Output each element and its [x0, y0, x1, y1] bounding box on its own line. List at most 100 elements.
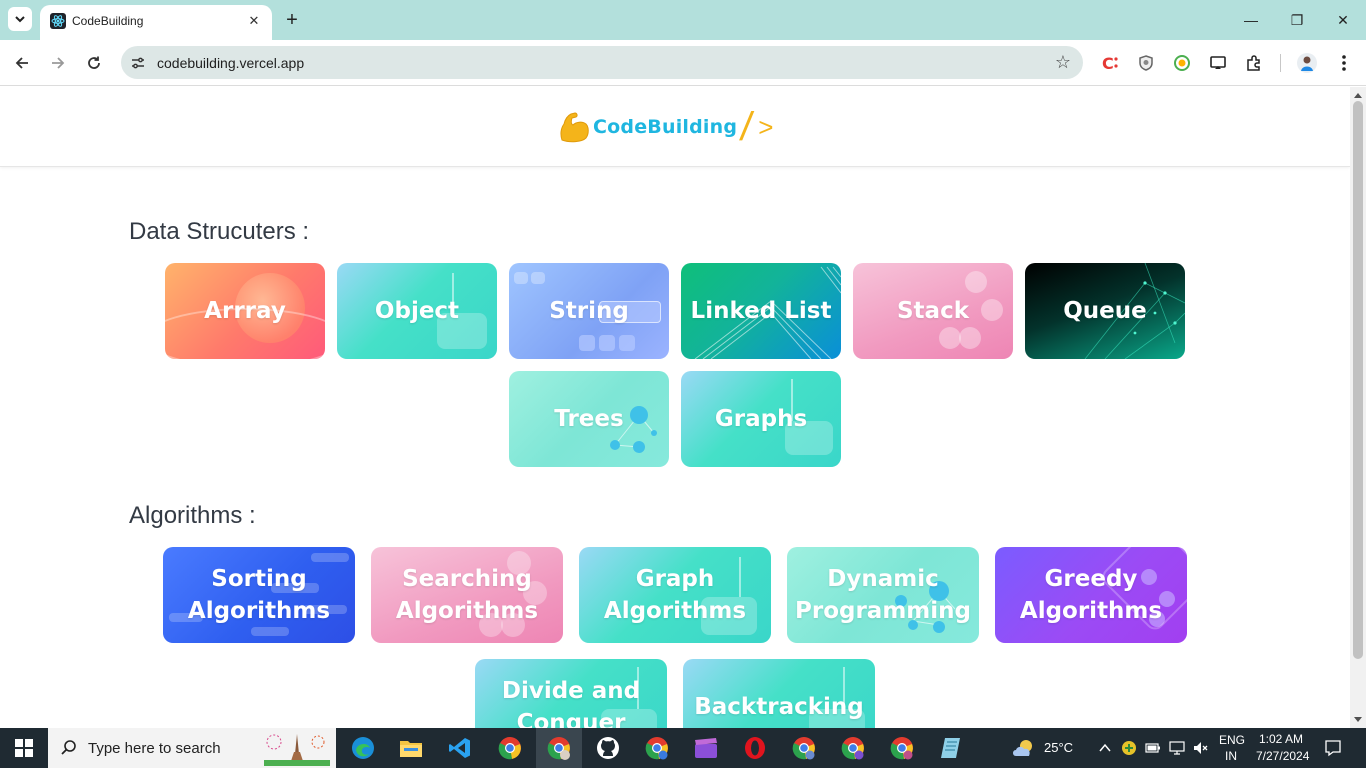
card-label-line2: Algorithms [1019, 598, 1163, 624]
chevron-down-icon [15, 16, 25, 23]
vscode-icon [449, 738, 470, 758]
card-searching-algorithms[interactable]: Searching Algorithms [371, 547, 563, 643]
card-queue[interactable]: Queue [1025, 263, 1185, 359]
start-button[interactable] [0, 728, 48, 768]
volume-muted-icon[interactable] [1192, 740, 1208, 756]
tab-close-button[interactable]: ✕ [244, 11, 264, 31]
weather-temperature[interactable]: 25°C [1044, 740, 1073, 755]
card-object[interactable]: Object [337, 263, 497, 359]
scroll-thumb[interactable] [1353, 101, 1363, 659]
card-decoration [311, 553, 349, 562]
site-info-icon[interactable] [129, 54, 147, 72]
taskbar-opera[interactable] [732, 728, 778, 768]
card-label: Dynamic Programming [795, 563, 971, 627]
taskbar-chrome[interactable] [487, 728, 533, 768]
page-scrollbar[interactable] [1350, 87, 1366, 728]
chevron-up-icon[interactable] [1098, 741, 1112, 755]
card-greedy-algorithms[interactable]: Greedy Algorithms [995, 547, 1187, 643]
close-window-button[interactable]: ✕ [1328, 6, 1358, 34]
card-label: Linked List [690, 298, 832, 324]
data-structures-heading: Data Strucuters : [129, 218, 310, 245]
card-stack[interactable]: Stack [853, 263, 1013, 359]
card-label: Backtracking [694, 691, 864, 723]
site-logo[interactable]: CodeBuilding / > [558, 101, 773, 153]
new-tab-button[interactable]: + [280, 8, 304, 32]
minimize-button[interactable]: — [1236, 6, 1266, 34]
reload-button[interactable] [82, 51, 106, 75]
scroll-down-arrow[interactable] [1354, 717, 1362, 722]
card-label-line2: Algorithms [603, 598, 747, 624]
profile-avatar[interactable] [1296, 52, 1318, 74]
card-decoration [251, 627, 289, 636]
card-label: Graph Algorithms [604, 563, 746, 627]
shield-extension-icon[interactable] [1135, 52, 1157, 74]
taskbar-chrome-profile-3[interactable] [781, 728, 827, 768]
notification-icon[interactable] [1324, 739, 1342, 757]
input-language[interactable]: ENG [1219, 733, 1245, 747]
card-dynamic-programming[interactable]: Dynamic Programming [787, 547, 979, 643]
extension-c-icon[interactable]: C [1099, 52, 1121, 74]
search-icon [61, 740, 76, 755]
taskbar-chrome-profile-2[interactable] [634, 728, 680, 768]
taskbar-edge[interactable] [340, 728, 386, 768]
card-label-line1: Searching [402, 566, 532, 592]
github-icon [597, 737, 619, 759]
card-sorting-algorithms[interactable]: Sorting Algorithms [163, 547, 355, 643]
clapperboard-icon [695, 738, 717, 758]
card-label-line2: Programming [795, 598, 971, 624]
taskbar-file-explorer[interactable] [388, 728, 434, 768]
card-backtracking[interactable]: Backtracking [683, 659, 875, 728]
windows-taskbar: Type here to search 25°C ENG IN 1:02 AM … [0, 728, 1366, 768]
taskbar-vscode[interactable] [437, 728, 483, 768]
toolbar-separator [1280, 54, 1281, 72]
edge-icon [352, 737, 374, 759]
back-button[interactable] [10, 51, 34, 75]
taskbar-chrome-profile-5[interactable] [879, 728, 925, 768]
card-decoration [939, 327, 961, 349]
forward-button[interactable] [46, 51, 70, 75]
scroll-up-arrow[interactable] [1354, 93, 1362, 98]
site-header: CodeBuilding / > [0, 87, 1350, 167]
clock-time[interactable]: 1:02 AM [1259, 732, 1303, 746]
tray-app-icon[interactable] [1121, 740, 1137, 756]
taskbar-chrome-active[interactable] [536, 728, 582, 768]
color-extension-icon[interactable] [1171, 52, 1193, 74]
restore-button[interactable]: ❐ [1282, 6, 1312, 34]
opera-icon [745, 737, 765, 759]
battery-icon[interactable] [1145, 741, 1161, 755]
taskbar-notepad[interactable] [928, 728, 974, 768]
card-graphs[interactable]: Graphs [681, 371, 841, 467]
card-array[interactable]: Arrray [165, 263, 325, 359]
svg-text:C: C [1102, 54, 1114, 73]
flexed-biceps-icon [558, 110, 590, 144]
card-linked-list[interactable]: Linked List [681, 263, 841, 359]
eiffel-tower-illustration-icon [264, 734, 330, 766]
windows-logo-icon [15, 739, 33, 757]
cast-icon[interactable] [1207, 52, 1229, 74]
taskbar-search[interactable]: Type here to search [48, 728, 336, 768]
extensions-puzzle-icon[interactable] [1243, 52, 1265, 74]
card-divide-and-conquer[interactable]: Divide and Conquer [475, 659, 667, 728]
card-trees[interactable]: Trees [509, 371, 669, 467]
clock-date[interactable]: 7/27/2024 [1256, 749, 1309, 763]
taskbar-github[interactable] [585, 728, 631, 768]
card-string[interactable]: String [509, 263, 669, 359]
browser-tab[interactable]: CodeBuilding ✕ [40, 5, 272, 40]
tab-title: CodeBuilding [72, 14, 144, 28]
address-bar[interactable]: codebuilding.vercel.app ☆ [121, 46, 1083, 79]
browser-menu-icon[interactable] [1333, 52, 1355, 74]
tab-search-button[interactable] [8, 7, 32, 31]
card-graph-algorithms[interactable]: Graph Algorithms [579, 547, 771, 643]
bookmark-star-icon[interactable]: ☆ [1055, 52, 1071, 73]
network-icon[interactable] [1169, 740, 1185, 756]
card-label-line2: Conquer [516, 710, 626, 728]
card-label-line1: Greedy [1044, 566, 1138, 592]
input-region[interactable]: IN [1225, 749, 1237, 763]
chrome-icon [645, 737, 668, 760]
card-decoration [959, 327, 981, 349]
card-label: Graphs [714, 406, 808, 432]
taskbar-chrome-profile-4[interactable] [830, 728, 876, 768]
taskbar-video-editor[interactable] [683, 728, 729, 768]
notepad-icon [941, 738, 960, 758]
browser-tab-bar: CodeBuilding ✕ + — ❐ ✕ [0, 0, 1366, 40]
